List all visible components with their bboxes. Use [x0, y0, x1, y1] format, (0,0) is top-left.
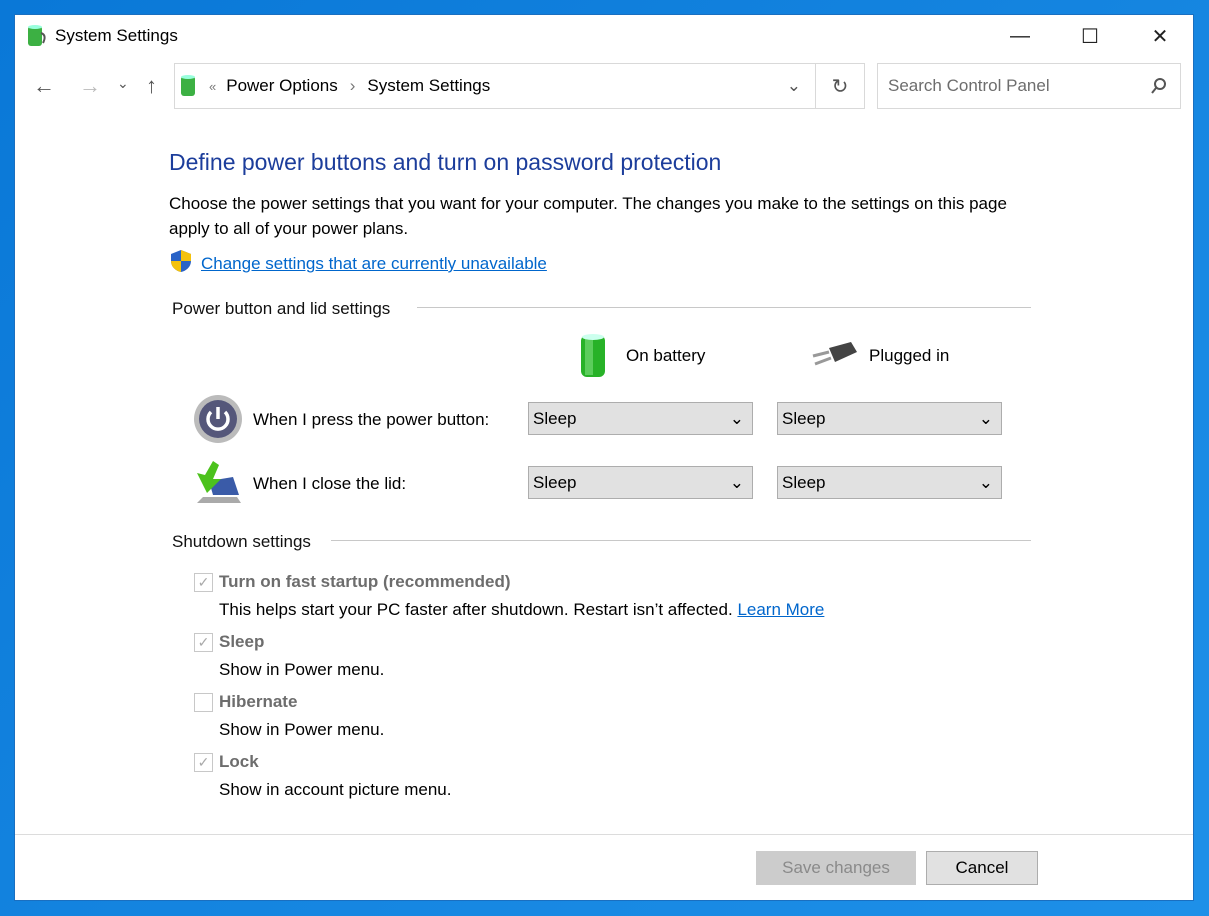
chevron-down-icon: ⌄: [729, 472, 744, 492]
breadcrumb-overflow[interactable]: «: [209, 79, 216, 94]
lock-desc: Show in account picture menu.: [219, 780, 452, 799]
up-button[interactable]: ↑: [146, 73, 157, 99]
breadcrumb-system-settings[interactable]: System Settings: [367, 76, 490, 96]
search-icon[interactable]: [1150, 77, 1168, 95]
on-battery-label: On battery: [626, 346, 706, 365]
selected-value: Sleep: [533, 472, 577, 492]
power-button-battery-select[interactable]: Sleep ⌄: [528, 402, 753, 435]
power-section-label: Power button and lid settings: [172, 299, 391, 318]
page-title: Define power buttons and turn on passwor…: [169, 149, 722, 175]
search-input[interactable]: Search Control Panel: [877, 63, 1181, 109]
refresh-button[interactable]: ↻: [815, 63, 865, 109]
address-bar[interactable]: « Power Options › System Settings ⌄: [174, 63, 816, 109]
battery-icon: [581, 334, 605, 377]
sleep-checkbox[interactable]: ✓: [194, 633, 213, 652]
selected-value: Sleep: [533, 408, 577, 428]
sleep-desc: Show in Power menu.: [219, 660, 385, 679]
divider: [417, 307, 1031, 308]
page-description: Choose the power settings that you want …: [169, 194, 1007, 238]
divider: [331, 540, 1031, 541]
chevron-down-icon: ⌄: [978, 472, 993, 492]
hibernate-label: Hibernate: [219, 692, 298, 711]
power-button-plugged-select[interactable]: Sleep ⌄: [777, 402, 1002, 435]
uac-shield-icon: [171, 250, 191, 272]
learn-more-link[interactable]: Learn More: [737, 600, 824, 619]
window-title: System Settings: [55, 26, 178, 45]
footer-divider: [15, 834, 1193, 835]
power-button-icon: [194, 395, 242, 443]
power-options-icon: [181, 75, 195, 96]
maximize-button[interactable]: ☐: [1055, 15, 1125, 57]
close-lid-plugged-select[interactable]: Sleep ⌄: [777, 466, 1002, 499]
lock-checkbox[interactable]: ✓: [194, 753, 213, 772]
chevron-down-icon: ⌄: [978, 408, 993, 428]
close-lid-battery-select[interactable]: Sleep ⌄: [528, 466, 753, 499]
forward-button[interactable]: →: [79, 73, 101, 99]
window: System Settings — ☐ ✕ ← → ⌄ ↑ « Power Op…: [14, 14, 1194, 901]
recent-locations-button[interactable]: ⌄: [117, 75, 129, 92]
address-dropdown-icon[interactable]: ⌄: [787, 76, 801, 96]
selected-value: Sleep: [782, 472, 826, 492]
hibernate-desc: Show in Power menu.: [219, 720, 385, 739]
close-lid-icon: [197, 461, 241, 503]
close-lid-label: When I close the lid:: [253, 474, 407, 493]
breadcrumb-power-options[interactable]: Power Options: [226, 76, 338, 96]
back-button[interactable]: ←: [33, 73, 55, 99]
fast-startup-desc: This helps start your PC faster after sh…: [219, 600, 824, 620]
breadcrumb-arrow-icon[interactable]: ›: [350, 76, 356, 96]
lock-label: Lock: [219, 752, 259, 771]
fast-startup-checkbox[interactable]: ✓: [194, 573, 213, 592]
selected-value: Sleep: [782, 408, 826, 428]
plugged-in-label: Plugged in: [869, 346, 950, 365]
close-button[interactable]: ✕: [1125, 15, 1195, 57]
plug-icon: [812, 342, 857, 366]
search-placeholder: Search Control Panel: [888, 76, 1050, 95]
save-changes-button[interactable]: Save changes: [756, 851, 916, 885]
fast-startup-label: Turn on fast startup (recommended): [219, 572, 511, 591]
hibernate-checkbox[interactable]: [194, 693, 213, 712]
sleep-label: Sleep: [219, 632, 265, 651]
change-settings-link[interactable]: Change settings that are currently unava…: [201, 254, 547, 274]
description: This helps start your PC faster after sh…: [219, 600, 733, 619]
minimize-button[interactable]: —: [985, 15, 1055, 57]
chevron-down-icon: ⌄: [729, 408, 744, 428]
shutdown-section-label: Shutdown settings: [172, 532, 311, 551]
power-button-label: When I press the power button:: [253, 410, 490, 429]
cancel-button[interactable]: Cancel: [926, 851, 1038, 885]
power-options-icon: [25, 23, 47, 49]
